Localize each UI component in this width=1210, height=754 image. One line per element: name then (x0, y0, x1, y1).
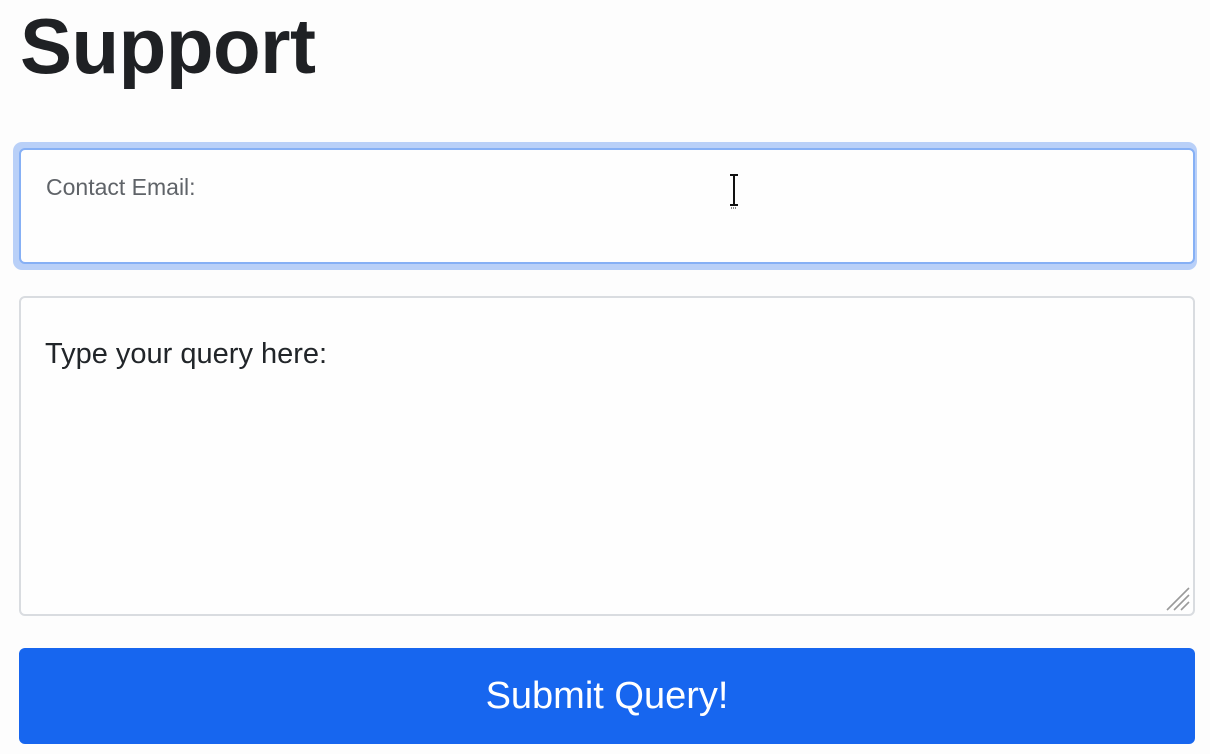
support-page: Support Contact Email: Submit Query! (0, 0, 1210, 754)
email-field[interactable]: Contact Email: (19, 148, 1195, 264)
query-textarea[interactable] (21, 298, 1193, 614)
submit-button[interactable]: Submit Query! (19, 648, 1195, 744)
text-cursor-icon (730, 174, 738, 209)
page-title: Support (20, 2, 316, 90)
query-box (19, 296, 1195, 616)
email-focus-ring: Contact Email: (13, 142, 1197, 270)
resize-handle-icon[interactable] (1163, 584, 1191, 612)
email-label: Contact Email: (46, 174, 196, 200)
email-input[interactable] (43, 202, 1171, 242)
